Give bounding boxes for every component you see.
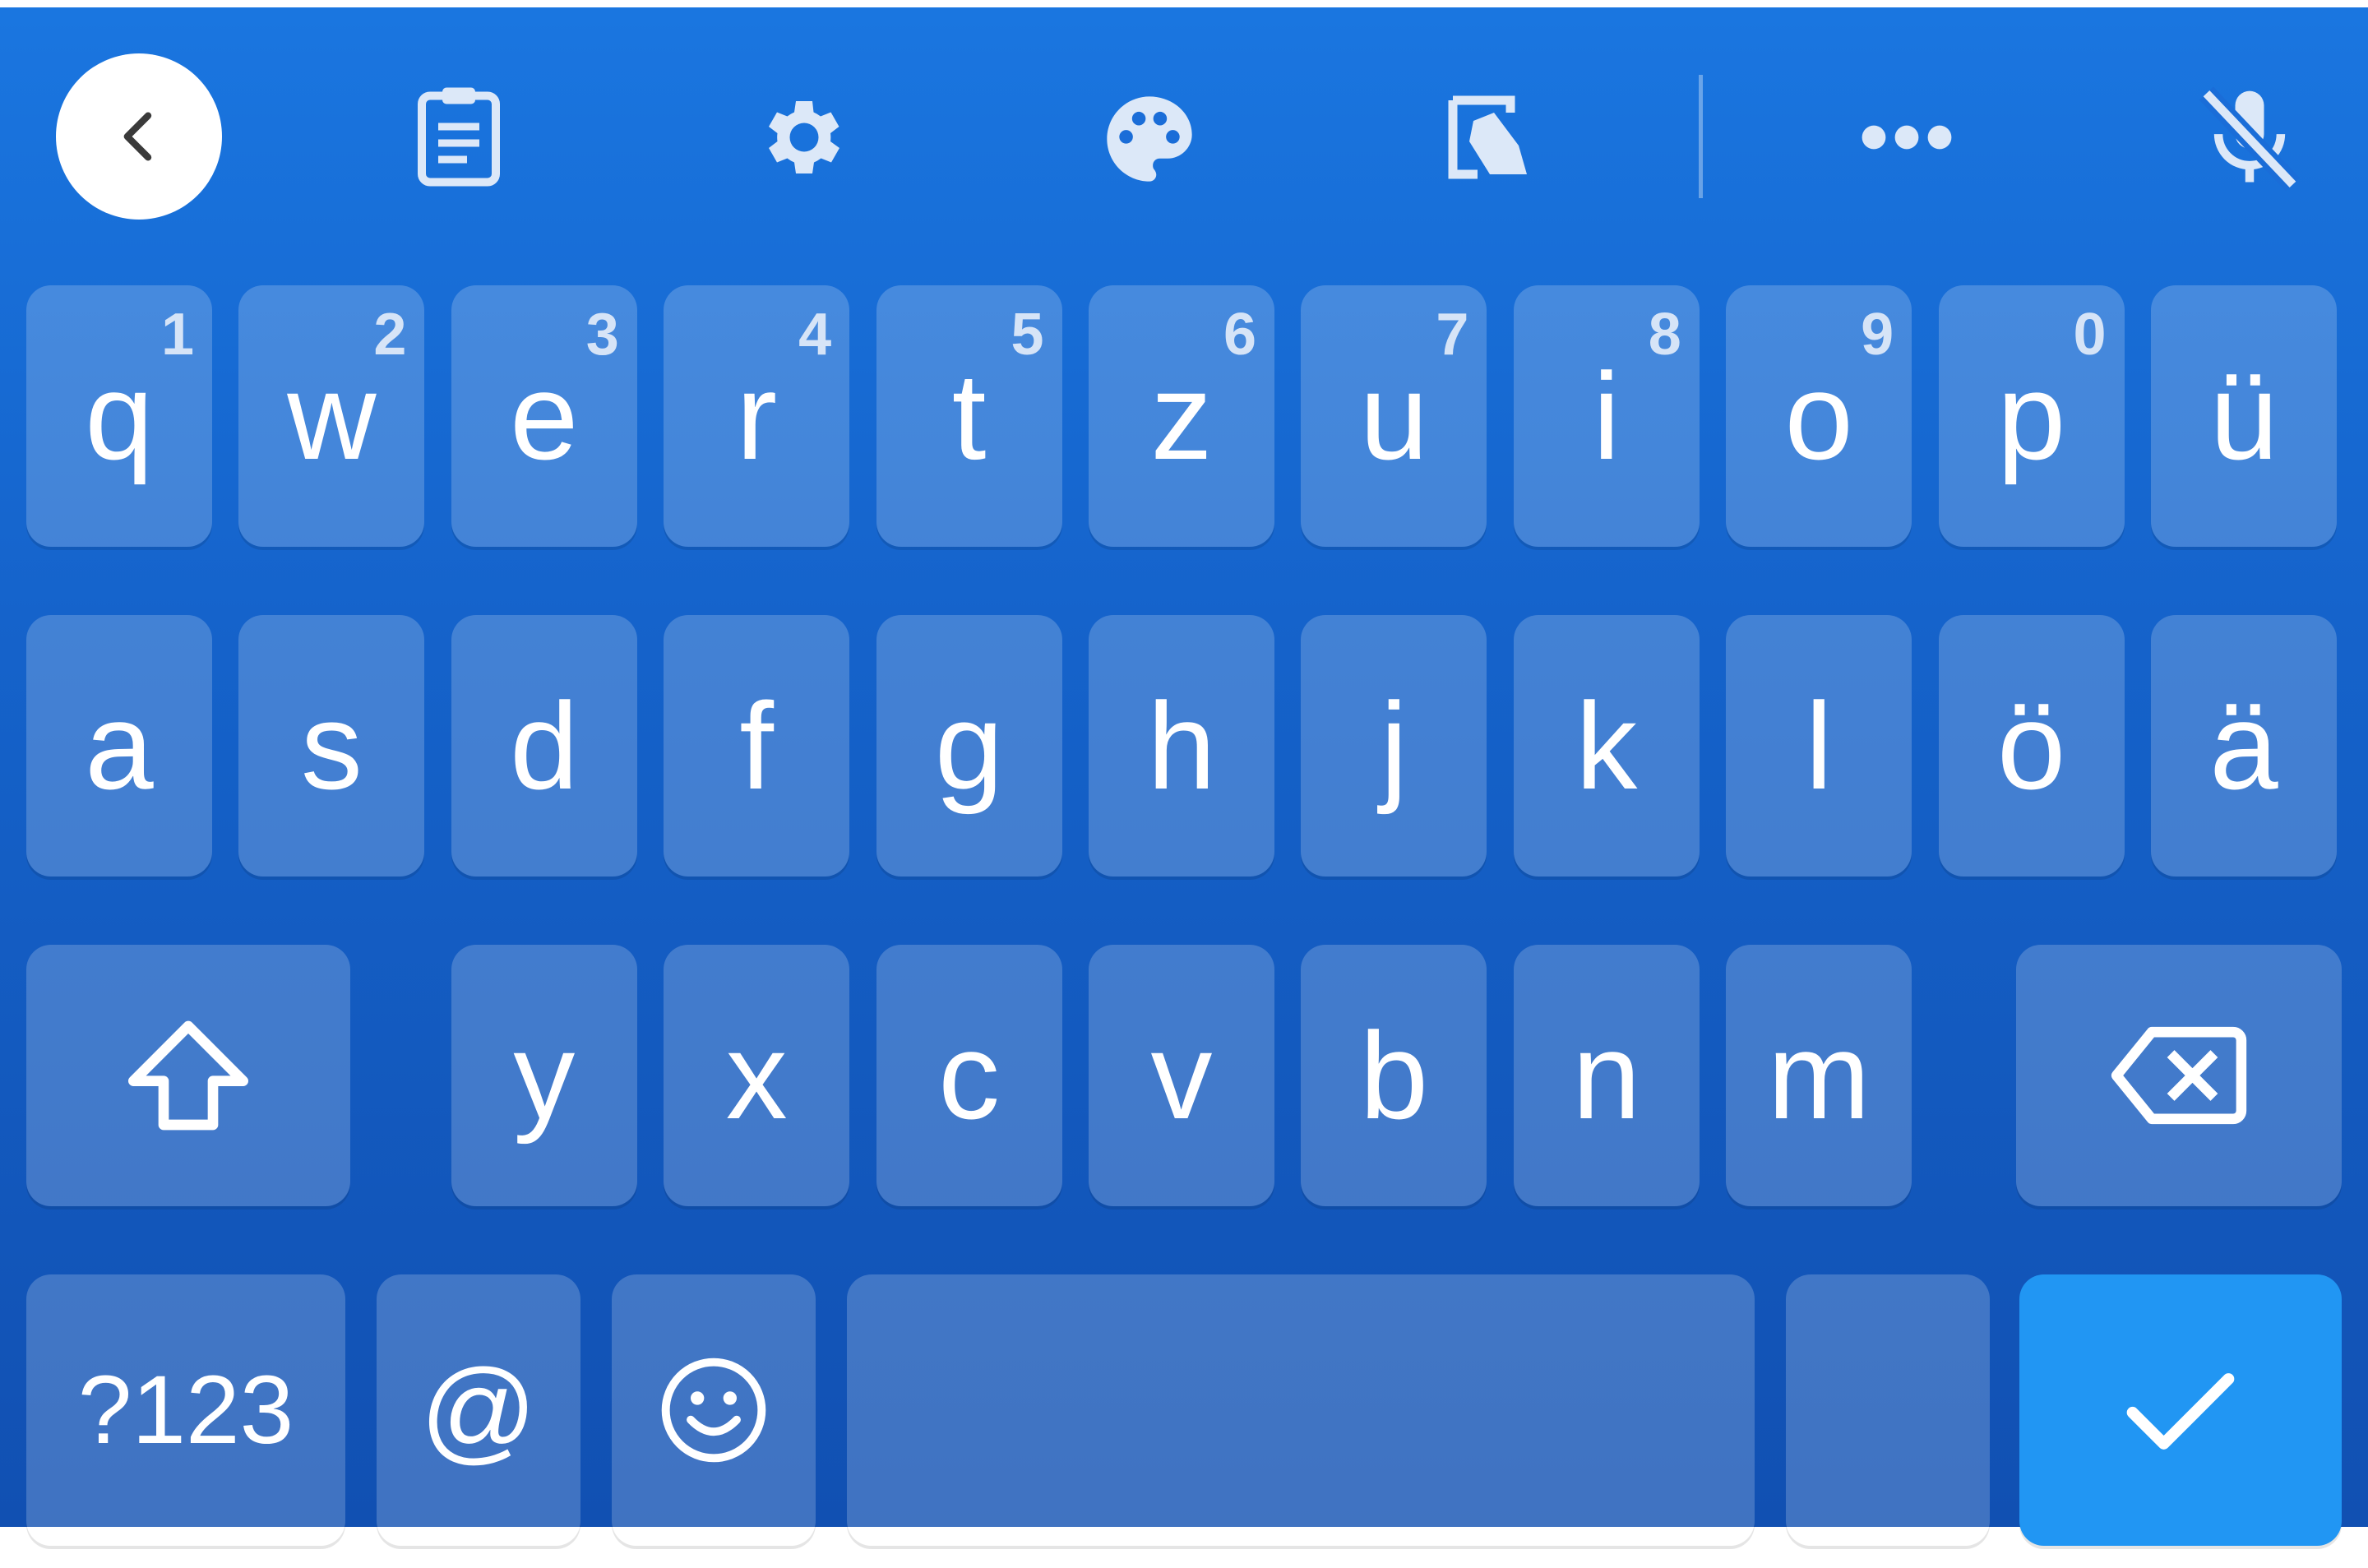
key-hint: 6 [1223,302,1256,368]
key-n[interactable]: n [1513,945,1700,1206]
key-y[interactable]: y [451,945,637,1206]
clipboard-button[interactable] [409,81,508,188]
key-m[interactable]: m [1726,945,1912,1206]
key-label: i [1593,347,1621,485]
key-z[interactable]: z6 [1089,285,1274,547]
period-key-label: . [1871,1430,1905,1568]
symbols-key-label: ?123 [77,1356,294,1464]
backspace-key[interactable] [2016,945,2342,1206]
key-label: w [287,347,377,485]
key-hint: 5 [1011,302,1044,368]
key-label: o [1784,347,1853,485]
one-handed-mode-icon [1441,86,1539,188]
key-label: d [510,677,579,815]
key-hint: 2 [373,302,407,368]
key-label: q [85,347,154,485]
key-b[interactable]: b [1301,945,1487,1206]
back-button[interactable] [56,53,222,220]
mic-off-icon [2192,81,2307,197]
palette-icon [1098,88,1200,190]
key-q[interactable]: q1 [26,285,212,547]
key-hint: 4 [798,302,832,368]
at-key[interactable]: @ [377,1274,580,1546]
key-label: j [1380,677,1408,815]
key-label: e [510,347,579,485]
more-button[interactable] [1857,121,1957,154]
key-v[interactable]: v [1089,945,1274,1206]
key-r[interactable]: r4 [664,285,850,547]
key-f[interactable]: f [664,615,850,877]
key-label: t [951,347,987,485]
key-label: ä [2209,677,2278,815]
theme-button[interactable] [1098,88,1200,190]
key-a[interactable]: a [26,615,212,877]
key-label: s [300,677,363,815]
gear-icon [755,88,853,187]
key-ö[interactable]: ö [1938,615,2125,877]
clipboard-icon [409,81,508,188]
key-label: l [1805,677,1833,815]
key-ä[interactable]: ä [2151,615,2337,877]
key-label: m [1767,1006,1871,1145]
key-x[interactable]: x [664,945,850,1206]
key-g[interactable]: g [876,615,1062,877]
key-hint: 9 [1861,302,1894,368]
key-e[interactable]: e3 [451,285,637,547]
key-i[interactable]: i8 [1513,285,1700,547]
space-key[interactable] [847,1274,1755,1546]
key-hint: 0 [2073,302,2107,368]
key-c[interactable]: c [876,945,1062,1206]
key-hint: 3 [585,302,619,368]
key-label: ö [1996,677,2066,815]
key-w[interactable]: w2 [238,285,425,547]
key-label: b [1359,1006,1429,1145]
key-label: y [513,1006,576,1145]
more-horizontal-icon [1857,121,1957,154]
key-h[interactable]: h [1089,615,1274,877]
key-u[interactable]: u7 [1301,285,1487,547]
key-j[interactable]: j [1301,615,1487,877]
key-label: k [1575,677,1638,815]
key-label: f [739,677,775,815]
key-hint: 1 [160,302,194,368]
key-label: p [1996,347,2066,485]
period-key[interactable]: . [1786,1274,1990,1561]
key-ü[interactable]: ü [2151,285,2337,547]
key-o[interactable]: o9 [1726,285,1912,547]
emoji-key[interactable] [612,1274,816,1546]
key-d[interactable]: d [451,615,637,877]
keyboard: q1w2e3r4t5z6u7i8o9p0ü asdfghjklöä yxcvbn… [0,7,2368,1561]
enter-key[interactable] [2019,1274,2342,1546]
key-k[interactable]: k [1513,615,1700,877]
key-label: u [1359,347,1429,485]
key-label: x [725,1006,788,1145]
voice-input-button[interactable] [2192,81,2307,197]
toolbar-divider [1699,75,1703,198]
key-label: g [934,677,1004,815]
key-label: ü [2209,347,2278,485]
key-l[interactable]: l [1726,615,1912,877]
key-label: h [1147,677,1216,815]
symbols-key[interactable]: ?123 [26,1274,345,1546]
key-label: z [1150,347,1213,485]
key-label: c [938,1006,1001,1145]
key-s[interactable]: s [238,615,425,877]
key-label: n [1572,1006,1641,1145]
key-t[interactable]: t5 [876,285,1062,547]
key-hint: 7 [1436,302,1469,368]
settings-button[interactable] [755,88,853,187]
one-handed-button[interactable] [1441,86,1539,188]
key-label: a [85,677,154,815]
key-label: r [736,347,778,485]
shift-key[interactable] [26,945,350,1206]
key-p[interactable]: p0 [1938,285,2125,547]
key-label: v [1150,1006,1213,1145]
key-hint: 8 [1648,302,1681,368]
at-key-label: @ [419,1345,538,1474]
